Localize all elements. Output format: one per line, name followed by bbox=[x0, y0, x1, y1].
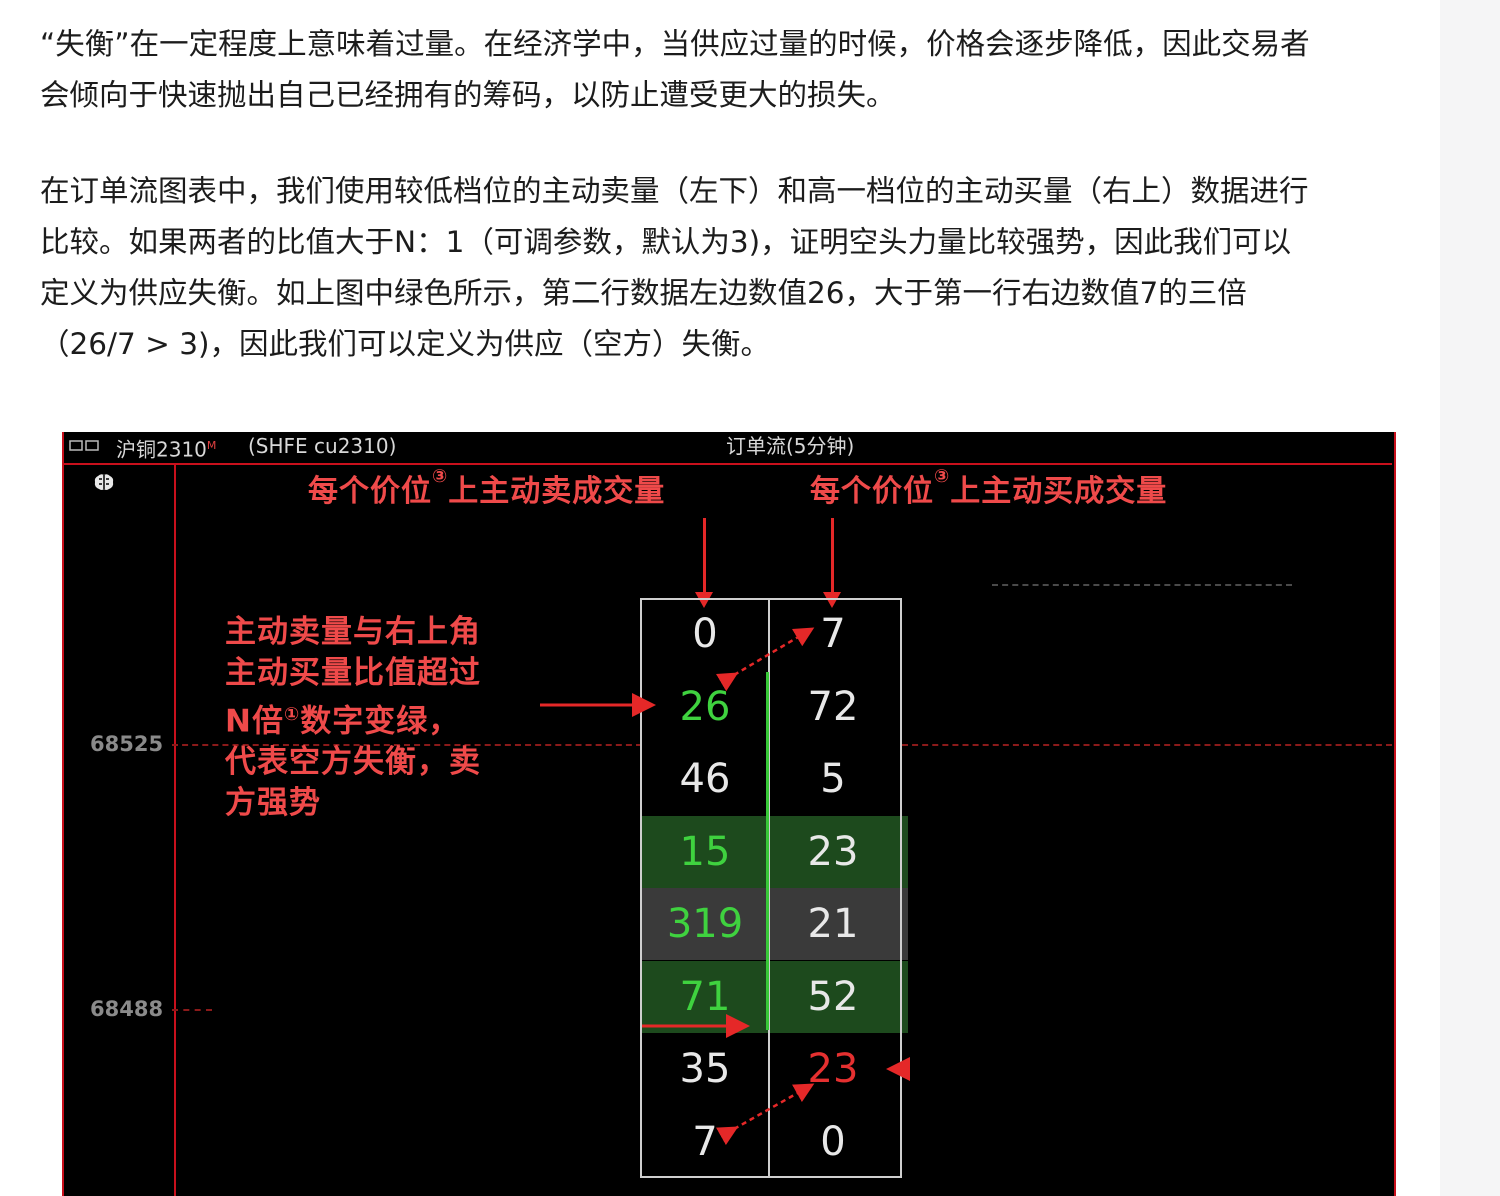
text-line: 会倾向于快速抛出自己已经拥有的筹码，以防止遭受更大的损失。 bbox=[40, 78, 896, 112]
text-line: 定义为供应失衡。如上图中绿色所示，第二行数据左边数值26，大于第一行右边数值7的… bbox=[40, 276, 1247, 310]
pointer-arrows bbox=[540, 627, 910, 1146]
text-line: 在订单流图表中，我们使用较低档位的主动卖量（左下）和高一档位的主动买量（右上）数… bbox=[40, 174, 1309, 208]
text-line: “失衡”在一定程度上意味着过量。在经济学中，当供应过量的时候，价格会逐步降低，因… bbox=[40, 27, 1310, 61]
page-scroll-gutter bbox=[1440, 0, 1500, 1196]
text-line: （26/7 > 3)，因此我们可以定义为供应（空方）失衡。 bbox=[40, 327, 770, 361]
orderflow-screenshot: 沪铜2310M (SHFE cu2310) 订单流(5分钟) 68525 684… bbox=[62, 432, 1396, 1196]
paragraph-imbalance-definition: “失衡”在一定程度上意味着过量。在经济学中，当供应过量的时候，价格会逐步降低，因… bbox=[40, 19, 1430, 121]
paragraph-orderflow-comparison: 在订单流图表中，我们使用较低档位的主动卖量（左下）和高一档位的主动买量（右上）数… bbox=[40, 166, 1430, 370]
text-line: 比较。如果两者的比值大于N：1（可调参数，默认为3)，证明空头力量比较强势，因此… bbox=[40, 225, 1292, 259]
